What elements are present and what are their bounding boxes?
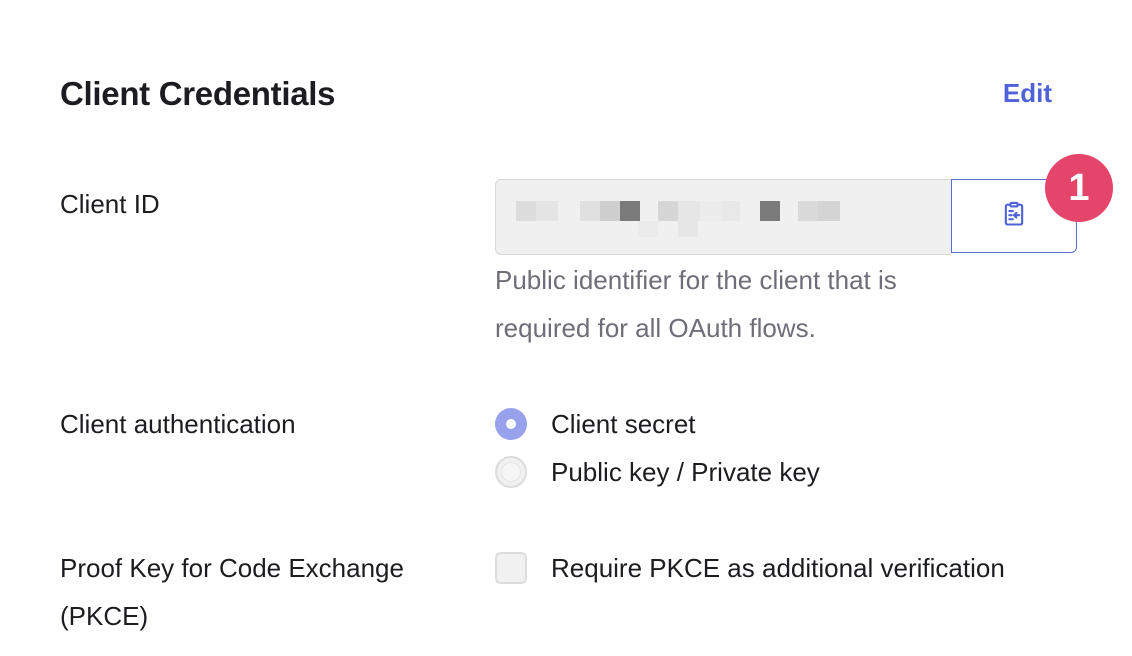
pkce-checkbox-label: Require PKCE as additional verification — [551, 552, 1005, 583]
client-auth-label: Client authentication — [60, 409, 296, 439]
radio-checked-icon[interactable] — [495, 408, 527, 440]
client-id-input[interactable] — [495, 179, 951, 255]
radio-public-private-key-label: Public key / Private key — [551, 456, 820, 487]
step-badge: 1 — [1045, 154, 1113, 222]
radio-client-secret[interactable]: Client secret — [495, 400, 696, 448]
clipboard-copy-icon — [1000, 200, 1028, 233]
pkce-checkbox[interactable] — [495, 552, 527, 584]
client-id-help-text: Public identifier for the client that is… — [495, 265, 897, 343]
client-id-label: Client ID — [60, 189, 160, 219]
pkce-label: Proof Key for Code Exchange (PKCE) — [60, 553, 404, 631]
radio-client-secret-label: Client secret — [551, 408, 696, 439]
pkce-checkbox-row[interactable]: Require PKCE as additional verification — [495, 544, 1005, 592]
client-id-field-group — [495, 179, 1078, 255]
radio-unchecked-icon[interactable] — [495, 456, 527, 488]
edit-link[interactable]: Edit — [1003, 76, 1052, 110]
radio-public-private-key[interactable]: Public key / Private key — [495, 448, 820, 496]
section-title: Client Credentials — [60, 75, 336, 112]
